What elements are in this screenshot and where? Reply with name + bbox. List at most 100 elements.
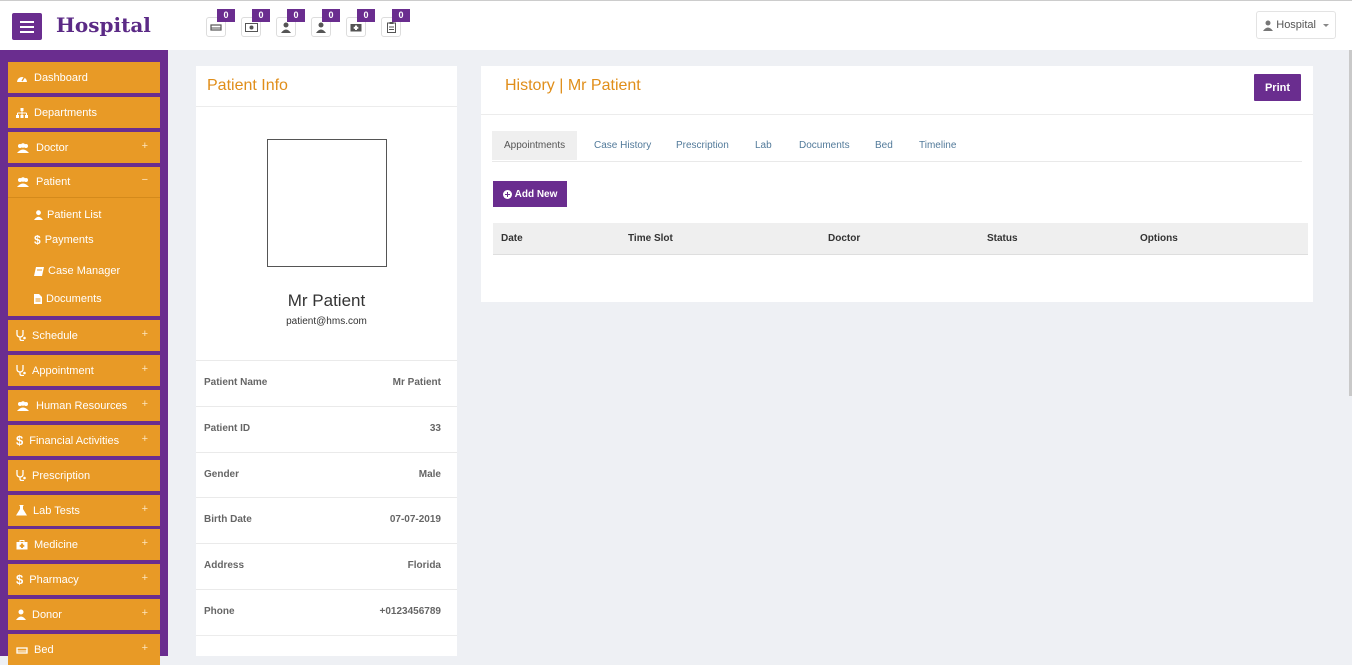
sidebar-item-lab-tests[interactable]: Lab Tests + — [8, 495, 160, 526]
users-icon — [17, 400, 29, 411]
sidebar-item-label: Patient — [36, 176, 71, 188]
info-row-phone: Phone +0123456789 — [196, 589, 457, 634]
info-row-birth-date: Birth Date 07-07-2019 — [196, 497, 457, 542]
info-value: Male — [418, 469, 441, 480]
money-icon — [244, 22, 258, 32]
sidebar-item-label: Donor — [32, 608, 62, 621]
notification-count: 0 — [217, 9, 235, 22]
divider — [196, 635, 457, 636]
plus-icon: + — [141, 642, 148, 654]
add-new-button[interactable]: Add New — [493, 181, 567, 207]
sidebar-item-label: Departments — [34, 106, 97, 119]
tab-prescription[interactable]: Prescription — [676, 131, 729, 160]
user-icon — [34, 210, 43, 220]
notification-count: 0 — [392, 9, 410, 22]
sidebar-item-label: Lab Tests — [33, 504, 80, 517]
sidebar-item-human-resources[interactable]: Human Resources + — [8, 390, 160, 421]
print-button[interactable]: Print — [1254, 74, 1301, 101]
tab-timeline[interactable]: Timeline — [919, 131, 956, 160]
tab-bed[interactable]: Bed — [875, 131, 893, 160]
tab-case-history[interactable]: Case History — [594, 131, 651, 160]
info-value: Florida — [407, 560, 441, 571]
info-label: Patient ID — [204, 423, 251, 434]
dollar-icon: $ — [16, 433, 24, 448]
user-icon — [316, 22, 326, 33]
user-notification[interactable]: 0 — [276, 9, 305, 37]
brand-logo-text[interactable]: Hospital — [56, 13, 151, 37]
tab-appointments[interactable]: Appointments — [492, 131, 578, 160]
info-row-patient-name: Patient Name Mr Patient — [196, 360, 457, 405]
notification-count: 0 — [252, 9, 270, 22]
notification-count: 0 — [287, 9, 305, 22]
top-navbar: Hospital 0 0 0 0 0 0 Hospital — [0, 0, 1352, 50]
user-dropdown-label: Hospital — [1276, 19, 1316, 31]
sidebar-item-schedule[interactable]: Schedule + — [8, 320, 160, 351]
sidebar-item-label: Dashboard — [34, 71, 88, 84]
panel-title: History | Mr Patient — [505, 77, 641, 94]
sidebar-item-donor[interactable]: Donor + — [8, 599, 160, 630]
bed-notification[interactable]: 0 — [206, 9, 235, 37]
column-header: Options — [1140, 233, 1178, 244]
sidebar-subitem-label: Documents — [46, 293, 102, 305]
sidebar-group-patient: Patient − Patient List $ Payments Case M… — [8, 167, 160, 316]
divider — [196, 106, 457, 107]
sidebar-subitem-patient-list[interactable]: Patient List — [34, 209, 101, 221]
sidebar-subitem-documents[interactable]: Documents — [34, 293, 102, 305]
patient-email: patient@hms.com — [286, 316, 367, 327]
info-value: 33 — [429, 423, 441, 434]
users-icon — [17, 177, 29, 187]
plus-icon: + — [141, 328, 148, 340]
money-notification[interactable]: 0 — [241, 9, 270, 37]
medkit-notification[interactable]: 0 — [346, 9, 375, 37]
sidebar-item-doctor[interactable]: Doctor + — [8, 132, 160, 163]
sidebar-item-medicine[interactable]: Medicine + — [8, 529, 160, 560]
patient-info-panel: Patient Info Mr Patient patient@hms.com … — [196, 66, 457, 656]
medkit-icon — [350, 24, 362, 32]
sidebar-subitem-label: Patient List — [47, 209, 102, 221]
notification-count: 0 — [357, 9, 375, 22]
sidebar-item-pharmacy[interactable]: $ Pharmacy + — [8, 564, 160, 595]
sidebar-item-label: Appointment — [32, 364, 94, 377]
user-dropdown[interactable]: Hospital — [1256, 11, 1336, 39]
appointments-table-header: Date Time Slot Doctor Status Options — [493, 223, 1308, 255]
menu-toggle-button[interactable] — [12, 13, 42, 40]
book-icon — [34, 266, 44, 276]
sidebar-item-label: Bed — [34, 643, 54, 656]
history-panel: History | Mr Patient Print Appointments … — [481, 66, 1313, 302]
minus-icon: − — [141, 174, 148, 186]
info-label: Patient Name — [204, 377, 268, 388]
plus-icon: + — [141, 537, 148, 549]
sidebar-item-departments[interactable]: Departments — [8, 97, 160, 128]
tab-lab[interactable]: Lab — [755, 131, 772, 160]
history-tabs: Appointments Case History Prescription L… — [492, 131, 1302, 162]
sidebar-item-label: Schedule — [32, 329, 78, 342]
report-notification[interactable]: 0 — [381, 9, 410, 37]
sidebar-subitem-payments[interactable]: $ Payments — [34, 233, 94, 247]
sidebar-item-dashboard[interactable]: Dashboard — [8, 62, 160, 93]
sidebar-item-patient[interactable]: Patient − — [8, 167, 160, 198]
info-value: Mr Patient — [392, 377, 441, 388]
user-notification[interactable]: 0 — [311, 9, 340, 37]
sidebar-item-label: Financial Activities — [29, 434, 120, 447]
report-icon — [386, 21, 396, 33]
plus-icon: + — [141, 503, 148, 515]
tab-documents[interactable]: Documents — [799, 131, 850, 160]
sitemap-icon — [16, 107, 28, 118]
sidebar-item-label: Pharmacy — [29, 573, 79, 586]
sidebar-item-prescription[interactable]: Prescription — [8, 460, 160, 491]
divider — [481, 114, 1313, 115]
sidebar-item-bed[interactable]: Bed + — [8, 634, 160, 665]
column-header: Date — [501, 233, 523, 244]
plus-icon: + — [141, 572, 148, 584]
stethoscope-icon — [16, 330, 26, 341]
info-value: 07-07-2019 — [389, 514, 441, 525]
sidebar-item-financial-activities[interactable]: $ Financial Activities + — [8, 425, 160, 456]
sidebar-subitem-case-manager[interactable]: Case Manager — [34, 265, 120, 277]
medkit-icon — [16, 539, 28, 549]
info-row-address: Address Florida — [196, 543, 457, 588]
sidebar-item-label: Human Resources — [36, 399, 128, 412]
sidebar-item-appointment[interactable]: Appointment + — [8, 355, 160, 386]
bed-icon — [16, 646, 28, 654]
sidebar-item-label: Prescription — [32, 469, 91, 482]
sidebar-item-label: Medicine — [34, 538, 79, 551]
